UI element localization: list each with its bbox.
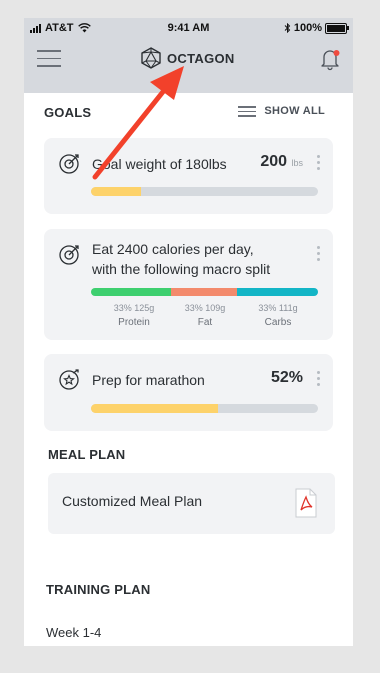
show-all-button[interactable]: SHOW ALL xyxy=(238,103,325,120)
bell-icon[interactable] xyxy=(317,46,343,72)
status-bar: AT&T 9:41 AM 100% xyxy=(24,18,353,38)
meal-plan-card[interactable]: Customized Meal Plan xyxy=(48,473,335,534)
more-options-icon[interactable] xyxy=(315,246,321,264)
macro-fat: 33% 109g Fat xyxy=(165,303,245,328)
macro-name: Carbs xyxy=(264,317,292,328)
battery-icon xyxy=(325,22,349,34)
goal-title: Eat 2400 calories per day, with the foll… xyxy=(92,239,270,279)
macro-protein: 33% 125g Protein xyxy=(94,303,174,328)
pdf-icon[interactable] xyxy=(295,488,317,518)
more-options-icon[interactable] xyxy=(315,371,321,389)
goal-title: Prep for marathon xyxy=(92,372,205,388)
macro-split-bar xyxy=(91,288,318,296)
goal-card-marathon[interactable]: Prep for marathon 52% xyxy=(44,354,333,431)
top-nav-bar: OCTAGON xyxy=(24,38,353,93)
goal-progress-bar xyxy=(91,404,318,413)
goal-value-number: 200 xyxy=(260,153,288,170)
training-plan-item[interactable]: Week 1-4 xyxy=(46,625,101,640)
meal-plan-heading: MEAL PLAN xyxy=(48,447,126,462)
macro-name: Protein xyxy=(118,317,150,328)
target-icon xyxy=(59,245,79,265)
macro-amount: 33% 111g xyxy=(258,303,298,313)
goal-progress-fill xyxy=(91,187,141,196)
training-plan-heading: TRAINING PLAN xyxy=(46,582,151,597)
status-right: 100% xyxy=(284,22,349,34)
macro-segment-fat xyxy=(171,288,238,296)
brand-logo[interactable]: OCTAGON xyxy=(140,47,235,69)
goal-title-line2: with the following macro split xyxy=(92,261,271,277)
brand-name: OCTAGON xyxy=(167,50,235,66)
goal-card-weight[interactable]: Goal weight of 180lbs 200 lbs xyxy=(44,138,333,214)
goals-heading: GOALS xyxy=(44,105,92,120)
macro-carbs: 33% 111g Carbs xyxy=(238,303,318,328)
goal-title: Goal weight of 180lbs xyxy=(92,156,227,172)
goal-progress-bar xyxy=(91,187,318,196)
goal-title-line1: Eat 2400 calories per day, xyxy=(92,241,254,257)
goal-card-calories[interactable]: Eat 2400 calories per day, with the foll… xyxy=(44,229,333,340)
battery-fill xyxy=(327,24,345,32)
octagon-logo-icon xyxy=(141,47,161,69)
target-icon xyxy=(59,154,79,174)
macro-amount: 33% 109g xyxy=(184,303,226,313)
show-all-label: SHOW ALL xyxy=(264,105,325,118)
macro-segment-protein xyxy=(91,288,172,296)
macro-name: Fat xyxy=(197,317,213,328)
star-target-icon xyxy=(59,369,79,390)
phone-screen: AT&T 9:41 AM 100% OCTAGON GOALS SHOW ALL… xyxy=(24,18,353,646)
goal-value: 200 lbs xyxy=(260,153,303,171)
more-options-icon[interactable] xyxy=(315,155,321,173)
goal-value: 52% xyxy=(270,369,303,386)
list-icon xyxy=(238,103,257,120)
meal-plan-item: Customized Meal Plan xyxy=(62,493,203,509)
hamburger-icon[interactable] xyxy=(37,50,61,68)
notification-badge xyxy=(333,50,340,56)
battery-label: 100% xyxy=(293,22,322,34)
notification-bell xyxy=(321,50,340,71)
macro-segment-carbs xyxy=(237,288,318,296)
macro-amount: 33% 125g xyxy=(113,303,155,313)
bluetooth-icon xyxy=(284,23,291,33)
goal-progress-fill xyxy=(91,404,219,413)
goal-value-unit: lbs xyxy=(291,158,303,168)
